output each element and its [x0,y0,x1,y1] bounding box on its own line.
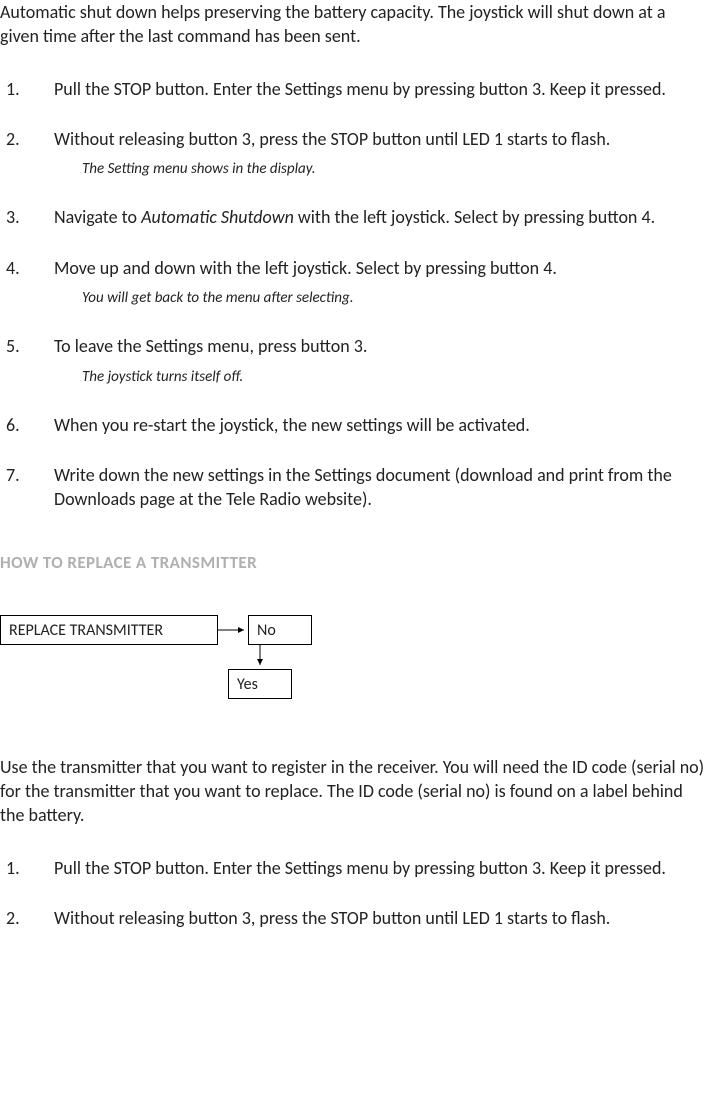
step-number: 4. [0,256,54,309]
section-heading: HOW TO REPLACE A TRANSMITTER [0,552,707,575]
step-7: 7. Write down the new settings in the Se… [0,463,707,512]
step-text-part-b: with the left joystick. Select by pressi… [294,206,655,228]
step-body: Pull the STOP button. Enter the Settings… [54,856,707,880]
steps-list-1: 1. Pull the STOP button. Enter the Setti… [0,77,707,512]
step-body: Without releasing button 3, press the ST… [54,906,707,930]
page: Automatic shut down helps preserving the… [0,0,713,930]
step-body: Move up and down with the left joystick.… [54,256,707,309]
menu-diagram: REPLACE TRANSMITTER No Yes [0,615,707,705]
step-4: 4. Move up and down with the left joysti… [0,256,707,309]
step-text: Pull the STOP button. Enter the Settings… [54,78,666,100]
step-body: Without releasing button 3, press the ST… [54,127,707,180]
step-term: Automatic Shutdown [141,206,294,228]
step-note: The joystick turns itself off. [82,367,707,387]
step-number: 1. [0,856,54,880]
step-2: 2. Without releasing button 3, press the… [0,906,707,930]
step-2: 2. Without releasing button 3, press the… [0,127,707,180]
step-text: Move up and down with the left joystick.… [54,257,557,279]
step-number: 2. [0,127,54,180]
step-body: When you re-start the joystick, the new … [54,413,707,437]
step-text: Without releasing button 3, press the ST… [54,907,610,929]
step-number: 1. [0,77,54,101]
step-1: 1. Pull the STOP button. Enter the Setti… [0,77,707,101]
step-3: 3. Navigate to Automatic Shutdown with t… [0,205,707,229]
step-text: Write down the new settings in the Setti… [54,464,672,510]
step-body: To leave the Settings menu, press button… [54,334,707,387]
step-text: To leave the Settings menu, press button… [54,335,367,357]
step-body: Write down the new settings in the Setti… [54,463,707,512]
step-text: When you re-start the joystick, the new … [54,414,530,436]
step-number: 3. [0,205,54,229]
intro-paragraph-2: Use the transmitter that you want to reg… [0,755,707,828]
steps-list-2: 1. Pull the STOP button. Enter the Setti… [0,856,707,931]
step-note: The Setting menu shows in the display. [82,159,707,179]
step-body: Navigate to Automatic Shutdown with the … [54,205,707,229]
step-1: 1. Pull the STOP button. Enter the Setti… [0,856,707,880]
step-body: Pull the STOP button. Enter the Settings… [54,77,707,101]
step-text-part-a: Navigate to [54,206,141,228]
step-5: 5. To leave the Settings menu, press but… [0,334,707,387]
step-6: 6. When you re-start the joystick, the n… [0,413,707,437]
step-text: Without releasing button 3, press the ST… [54,128,610,150]
intro-paragraph-1: Automatic shut down helps preserving the… [0,0,707,49]
step-text: Pull the STOP button. Enter the Settings… [54,857,666,879]
step-number: 7. [0,463,54,512]
step-number: 6. [0,413,54,437]
diagram-arrows [0,615,330,705]
step-number: 2. [0,906,54,930]
step-note: You will get back to the menu after sele… [82,288,707,308]
step-number: 5. [0,334,54,387]
